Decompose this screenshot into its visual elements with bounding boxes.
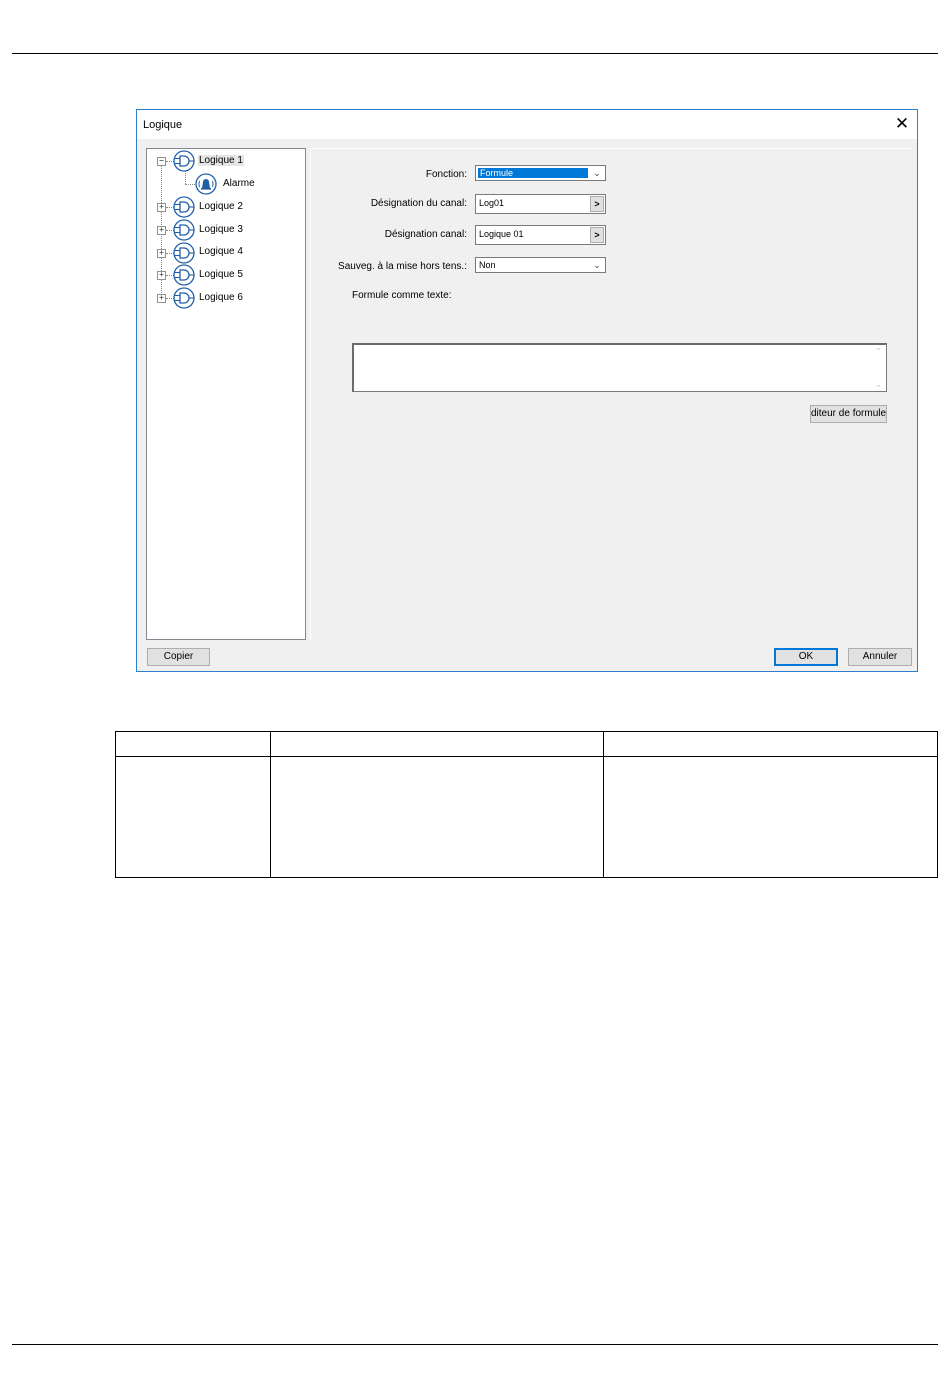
tree-expander-logique-3[interactable]: +: [157, 226, 166, 235]
logic-gate-icon: [173, 150, 195, 172]
empty-table: [115, 731, 939, 878]
designation-canal-field[interactable]: Logique 01 >: [475, 225, 606, 245]
designation-canal-browse-button[interactable]: >: [590, 227, 604, 243]
tree-item-logique-5[interactable]: Logique 5: [198, 269, 244, 280]
formule-texte-label: Formule comme texte:: [352, 290, 452, 301]
fonction-label: Fonction:: [425, 169, 467, 180]
copy-button[interactable]: Copier: [147, 648, 210, 666]
tree-expander-logique-5[interactable]: +: [157, 271, 166, 280]
tree-item-logique-1[interactable]: Logique 1: [198, 155, 244, 166]
dialog-titlebar: Logique ✕: [137, 110, 917, 139]
ok-button[interactable]: OK: [774, 648, 838, 666]
tree-expander-logique-1[interactable]: −: [157, 157, 166, 166]
sauveg-select[interactable]: Non ⌄: [475, 257, 606, 273]
page-top-rule: [12, 53, 938, 54]
designation-canal-value: Logique 01: [479, 229, 524, 239]
logic-gate-icon: [173, 196, 195, 218]
tree-expander-logique-4[interactable]: +: [157, 249, 166, 258]
chevron-down-icon: ⌄: [593, 168, 601, 178]
tree-item-logique-4[interactable]: Logique 4: [198, 246, 244, 257]
logic-settings-panel: Fonction: Formule ⌄ Désignation du canal…: [310, 148, 912, 640]
fonction-selected-value: Formule: [478, 168, 588, 178]
table-header-cell: [115, 731, 271, 757]
table-cell: [115, 756, 271, 878]
close-icon[interactable]: ✕: [893, 115, 911, 133]
alarm-bell-icon: [195, 173, 217, 195]
designation-du-canal-field[interactable]: Log01 >: [475, 194, 606, 214]
tree-expander-logique-6[interactable]: +: [157, 294, 166, 303]
scroll-down-icon[interactable]: ⌄: [875, 380, 882, 389]
table-row: [115, 756, 939, 878]
designation-du-canal-value: Log01: [479, 198, 505, 208]
logic-gate-icon: [173, 264, 195, 286]
table-cell: [602, 756, 939, 878]
tree-connector: [185, 184, 195, 185]
table-header-row: [115, 731, 939, 757]
page-bottom-rule: [12, 1344, 938, 1345]
scroll-up-icon[interactable]: ⌃: [875, 347, 882, 356]
tree-item-logique-6[interactable]: Logique 6: [198, 292, 244, 303]
sauveg-label: Sauveg. à la mise hors tens.:: [338, 261, 467, 272]
tree-connector: [185, 171, 186, 184]
formule-texte-scrollbar[interactable]: ⌃ ⌄: [872, 345, 886, 391]
sauveg-selected-value: Non: [479, 260, 496, 270]
dialog-title: Logique: [143, 119, 183, 131]
tree-item-alarme[interactable]: Alarme: [222, 178, 256, 189]
designation-canal-label: Désignation canal:: [384, 229, 467, 240]
table-cell: [269, 756, 604, 878]
logic-gate-icon: [173, 219, 195, 241]
logic-gate-icon: [173, 242, 195, 264]
formule-texte-field[interactable]: ⌃ ⌄: [352, 343, 887, 392]
fonction-select[interactable]: Formule ⌄: [475, 165, 606, 181]
logic-tree[interactable]: − Logique 1 Alarme + Logique 2 + Logique…: [146, 148, 306, 640]
chevron-down-icon: ⌄: [593, 260, 601, 270]
tree-item-logique-2[interactable]: Logique 2: [198, 201, 244, 212]
tree-item-logique-3[interactable]: Logique 3: [198, 224, 244, 235]
tree-expander-logique-2[interactable]: +: [157, 203, 166, 212]
table-header-cell: [602, 731, 939, 757]
logique-dialog: Logique ✕ − Logique 1 Alarme + Logique 2…: [136, 109, 918, 672]
designation-du-canal-label: Désignation du canal:: [370, 198, 467, 209]
cancel-button[interactable]: Annuler: [848, 648, 912, 666]
formula-editor-button[interactable]: diteur de formules: [810, 405, 887, 423]
designation-du-canal-browse-button[interactable]: >: [590, 196, 604, 212]
table-header-cell: [269, 731, 604, 757]
logic-gate-icon: [173, 287, 195, 309]
